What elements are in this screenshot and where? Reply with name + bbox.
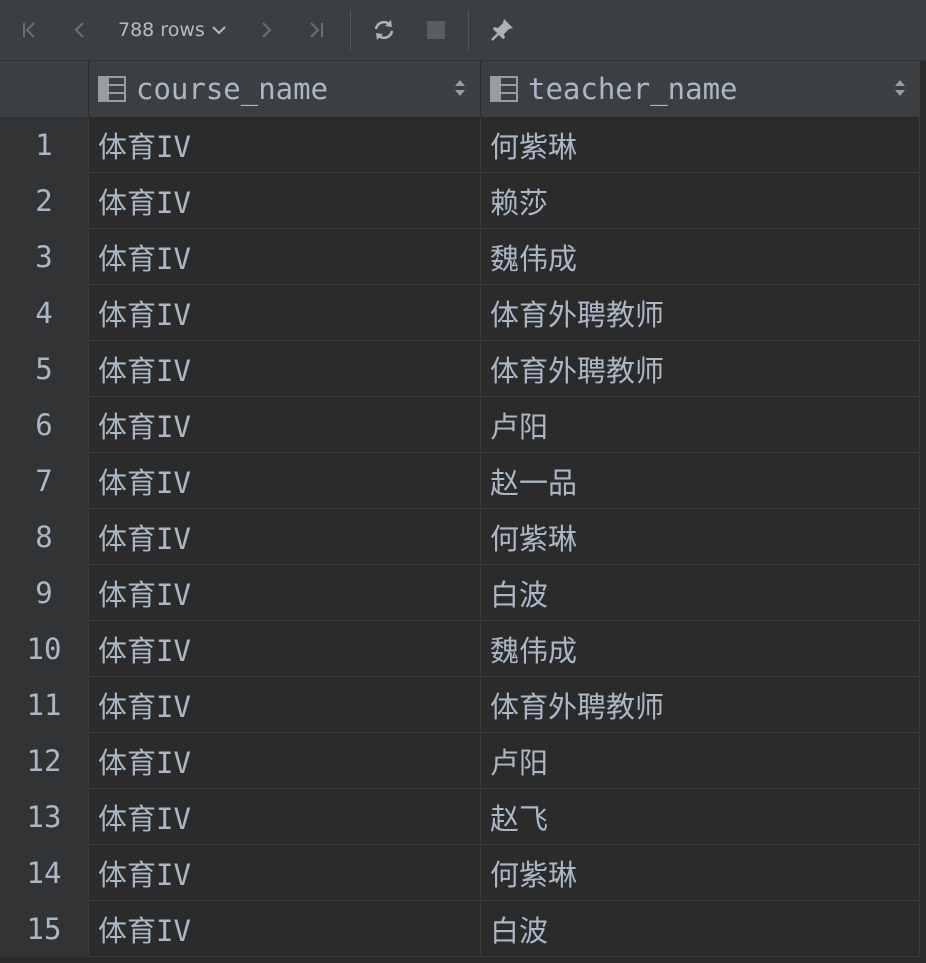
column-title: teacher_name (528, 72, 738, 106)
cell-teacher-name[interactable]: 魏伟成 (480, 229, 920, 285)
table-row[interactable]: 12 体育IV 卢阳 (0, 733, 926, 789)
toolbar-divider (468, 10, 469, 50)
next-page-icon[interactable] (250, 0, 282, 60)
row-number[interactable]: 7 (0, 453, 88, 509)
table-row[interactable]: 8 体育IV 何紫琳 (0, 509, 926, 565)
cell-teacher-name[interactable]: 卢阳 (480, 733, 920, 789)
row-number[interactable]: 8 (0, 509, 88, 565)
cell-course-name[interactable]: 体育IV (88, 789, 480, 845)
cell-teacher-name[interactable]: 赵飞 (480, 789, 920, 845)
table-row[interactable]: 13 体育IV 赵飞 (0, 789, 926, 845)
cell-course-name[interactable]: 体育IV (88, 565, 480, 621)
row-number[interactable]: 2 (0, 173, 88, 229)
cell-course-name[interactable]: 体育IV (88, 901, 480, 957)
table-row[interactable]: 2 体育IV 赖莎 (0, 173, 926, 229)
last-page-icon[interactable] (300, 0, 332, 60)
cell-course-name[interactable]: 体育IV (88, 285, 480, 341)
cell-teacher-name[interactable]: 体育外聘教师 (480, 677, 920, 733)
refresh-icon[interactable] (366, 0, 402, 60)
cell-course-name[interactable]: 体育IV (88, 453, 480, 509)
table-row[interactable]: 3 体育IV 魏伟成 (0, 229, 926, 285)
row-number[interactable]: 1 (0, 117, 88, 173)
previous-page-icon[interactable] (64, 0, 96, 60)
cell-teacher-name[interactable]: 何紫琳 (480, 845, 920, 901)
row-number[interactable]: 10 (0, 621, 88, 677)
row-number[interactable]: 11 (0, 677, 88, 733)
row-number[interactable]: 15 (0, 901, 88, 957)
result-grid: 1 体育IV 何紫琳 2 体育IV 赖莎 3 体育IV 魏伟成 4 体育IV 体… (0, 117, 926, 957)
table-row[interactable]: 5 体育IV 体育外聘教师 (0, 341, 926, 397)
column-icon (490, 76, 518, 102)
cell-course-name[interactable]: 体育IV (88, 173, 480, 229)
row-number[interactable]: 9 (0, 565, 88, 621)
cell-course-name[interactable]: 体育IV (88, 845, 480, 901)
table-row[interactable]: 4 体育IV 体育外聘教师 (0, 285, 926, 341)
cell-teacher-name[interactable]: 体育外聘教师 (480, 285, 920, 341)
sort-icon[interactable] (894, 78, 906, 98)
cell-teacher-name[interactable]: 白波 (480, 565, 920, 621)
cell-teacher-name[interactable]: 白波 (480, 901, 920, 957)
table-row[interactable]: 9 体育IV 白波 (0, 565, 926, 621)
cell-teacher-name[interactable]: 卢阳 (480, 397, 920, 453)
cell-course-name[interactable]: 体育IV (88, 117, 480, 173)
first-page-icon[interactable] (14, 0, 46, 60)
row-number[interactable]: 3 (0, 229, 88, 285)
cell-course-name[interactable]: 体育IV (88, 733, 480, 789)
table-row[interactable]: 14 体育IV 何紫琳 (0, 845, 926, 901)
table-row[interactable]: 6 体育IV 卢阳 (0, 397, 926, 453)
cell-course-name[interactable]: 体育IV (88, 621, 480, 677)
rows-count-label: 788 rows (118, 19, 205, 41)
column-header-teacher-name[interactable]: teacher_name (480, 61, 920, 117)
table-row[interactable]: 10 体育IV 魏伟成 (0, 621, 926, 677)
table-row[interactable]: 7 体育IV 赵一品 (0, 453, 926, 509)
grid-right-edge (920, 61, 926, 963)
column-title: course_name (136, 72, 329, 106)
chevron-down-icon (212, 26, 226, 35)
cell-course-name[interactable]: 体育IV (88, 397, 480, 453)
rows-count-dropdown[interactable]: 788 rows (108, 0, 238, 60)
cell-course-name[interactable]: 体育IV (88, 341, 480, 397)
cell-course-name[interactable]: 体育IV (88, 509, 480, 565)
grid-header: course_name teacher_name (0, 61, 926, 117)
row-number[interactable]: 4 (0, 285, 88, 341)
table-row[interactable]: 15 体育IV 白波 (0, 901, 926, 957)
row-number-header (0, 61, 88, 117)
row-number[interactable]: 13 (0, 789, 88, 845)
cell-teacher-name[interactable]: 何紫琳 (480, 509, 920, 565)
cell-teacher-name[interactable]: 体育外聘教师 (480, 341, 920, 397)
stop-icon[interactable] (420, 0, 452, 60)
row-number[interactable]: 14 (0, 845, 88, 901)
cell-teacher-name[interactable]: 何紫琳 (480, 117, 920, 173)
cell-teacher-name[interactable]: 赖莎 (480, 173, 920, 229)
sort-icon[interactable] (454, 78, 466, 98)
row-number[interactable]: 5 (0, 341, 88, 397)
cell-teacher-name[interactable]: 魏伟成 (480, 621, 920, 677)
row-number[interactable]: 12 (0, 733, 88, 789)
column-header-course-name[interactable]: course_name (88, 61, 480, 117)
cell-course-name[interactable]: 体育IV (88, 677, 480, 733)
table-row[interactable]: 1 体育IV 何紫琳 (0, 117, 926, 173)
row-number[interactable]: 6 (0, 397, 88, 453)
cell-teacher-name[interactable]: 赵一品 (480, 453, 920, 509)
toolbar-divider (350, 10, 351, 50)
results-toolbar: 788 rows (0, 0, 926, 61)
cell-course-name[interactable]: 体育IV (88, 229, 480, 285)
pin-icon[interactable] (484, 0, 520, 60)
table-row[interactable]: 11 体育IV 体育外聘教师 (0, 677, 926, 733)
column-icon (98, 76, 126, 102)
